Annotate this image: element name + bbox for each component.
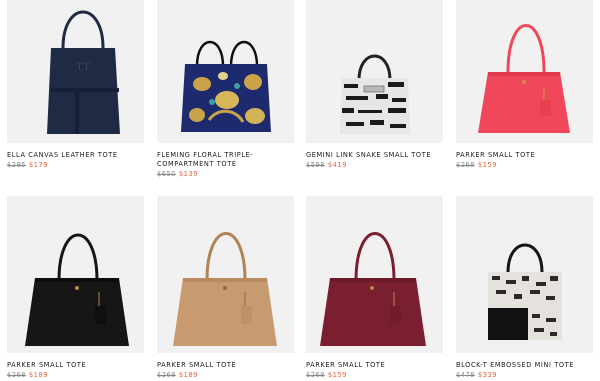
original-price: $598 xyxy=(306,161,325,169)
product-card[interactable]: TT ELLA CANVAS LEATHER TOTE $295 $179 xyxy=(7,0,144,170)
product-price: $268 $189 xyxy=(7,371,144,380)
product-price: $268 $189 xyxy=(157,371,294,380)
floral-tote-bag-icon xyxy=(181,40,271,132)
original-price: $268 xyxy=(306,371,325,379)
original-price: $650 xyxy=(157,170,176,178)
burgundy-tote-bag-icon xyxy=(320,232,426,346)
product-image[interactable] xyxy=(306,0,443,143)
product-name[interactable]: GEMINI LINK SNAKE SMALL TOTE xyxy=(306,151,443,160)
product-price: $268 $159 xyxy=(306,371,443,380)
product-price: $478 $339 xyxy=(456,371,593,380)
product-image[interactable] xyxy=(157,0,294,143)
sale-price: $179 xyxy=(28,161,48,169)
sale-price: $419 xyxy=(327,161,347,169)
product-name[interactable]: PARKER SMALL TOTE xyxy=(157,361,294,370)
tan-tote-bag-icon xyxy=(173,232,277,346)
product-name[interactable]: BLOCK-T EMBOSSED MINI TOTE xyxy=(456,361,593,370)
original-price: $268 xyxy=(456,161,475,169)
product-card[interactable]: PARKER SMALL TOTE $268 $159 xyxy=(306,196,443,380)
sale-price: $339 xyxy=(477,371,497,379)
product-image[interactable] xyxy=(157,196,294,353)
product-name[interactable]: PARKER SMALL TOTE xyxy=(7,361,144,370)
product-image[interactable] xyxy=(456,196,593,353)
product-price: $295 $179 xyxy=(7,161,144,170)
product-price: $650 $139 xyxy=(157,170,294,179)
sale-price: $159 xyxy=(477,161,497,169)
product-image[interactable] xyxy=(306,196,443,353)
black-tote-bag-icon xyxy=(25,233,129,346)
product-name[interactable]: FLEMING FLORAL TRIPLE-COMPARTMENT TOTE xyxy=(157,151,267,169)
sale-price: $189 xyxy=(178,371,198,379)
original-price: $478 xyxy=(456,371,475,379)
original-price: $268 xyxy=(157,371,176,379)
product-card[interactable]: GEMINI LINK SNAKE SMALL TOTE $598 $419 xyxy=(306,0,443,170)
product-card[interactable]: PARKER SMALL TOTE $268 $189 xyxy=(157,196,294,380)
product-image[interactable]: TT xyxy=(7,0,144,143)
product-name[interactable]: PARKER SMALL TOTE xyxy=(306,361,443,370)
product-price: $598 $419 xyxy=(306,161,443,170)
product-name[interactable]: PARKER SMALL TOTE xyxy=(456,151,593,160)
product-card[interactable]: BLOCK-T EMBOSSED MINI TOTE $478 $339 xyxy=(456,196,593,380)
black-snake-block-tote-bag-icon xyxy=(488,243,562,340)
product-name[interactable]: ELLA CANVAS LEATHER TOTE xyxy=(7,151,144,160)
product-image[interactable] xyxy=(7,196,144,353)
original-price: $295 xyxy=(7,161,26,169)
product-price: $268 $159 xyxy=(456,161,593,170)
sale-price: $159 xyxy=(327,371,347,379)
navy-tote-bag-icon: TT xyxy=(47,10,120,134)
product-card[interactable]: PARKER SMALL TOTE $268 $189 xyxy=(7,196,144,380)
product-card[interactable]: PARKER SMALL TOTE $268 $159 xyxy=(456,0,593,170)
coral-tote-bag-icon xyxy=(478,24,570,133)
product-image[interactable] xyxy=(456,0,593,143)
snake-print-tote-bag-icon xyxy=(340,54,410,134)
svg-text:TT: TT xyxy=(76,62,90,73)
sale-price: $139 xyxy=(178,170,198,178)
original-price: $268 xyxy=(7,371,26,379)
product-card[interactable]: FLEMING FLORAL TRIPLE-COMPARTMENT TOTE $… xyxy=(157,0,294,179)
product-grid: TT ELLA CANVAS LEATHER TOTE $295 $179 FL… xyxy=(0,0,600,381)
sale-price: $189 xyxy=(28,371,48,379)
